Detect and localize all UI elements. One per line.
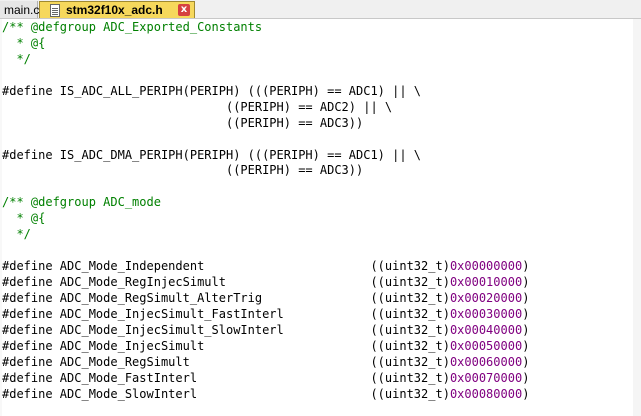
code-line: #define IS_ADC_DMA_PERIPH(PERIPH) (((PER…: [2, 148, 632, 164]
tab-stm32f10x-adc-h[interactable]: stm32f10x_adc.h x: [39, 1, 195, 18]
code-line: ((PERIPH) == ADC3)): [2, 116, 632, 132]
comment-text: /** @defgroup ADC_mode: [2, 195, 161, 210]
code-text: #define ADC_Mode_RegSimult ((uint32_t): [2, 354, 450, 369]
code-text: ): [522, 338, 530, 353]
code-text: ): [522, 386, 530, 401]
vertical-scrollbar[interactable]: [633, 19, 641, 416]
code-text: #define ADC_Mode_InjecSimult_FastInterl …: [2, 306, 450, 321]
hex-literal: 0x00020000: [449, 290, 523, 305]
comment-text: * @{: [2, 211, 46, 226]
code-text: ((PERIPH) == ADC2) || \: [2, 99, 393, 114]
file-icon: [50, 3, 60, 17]
hex-literal: 0x00010000: [449, 275, 523, 289]
code-text: #define IS_ADC_ALL_PERIPH(PERIPH) (((PER…: [2, 83, 422, 98]
code-text: #define ADC_Mode_InjecSimult_SlowInterl …: [2, 322, 450, 337]
code-line: #define IS_ADC_ALL_PERIPH(PERIPH) (((PER…: [2, 84, 632, 100]
code-text: ): [522, 275, 530, 289]
code-text: ((PERIPH) == ADC3)): [2, 163, 364, 178]
code-line: * @{: [2, 211, 632, 227]
code-text: #define ADC_Mode_SlowInterl ((uint32_t): [2, 386, 450, 401]
code-text: #define ADC_Mode_Independent ((uint32_t): [2, 259, 450, 274]
code-line: ((PERIPH) == ADC2) || \: [2, 100, 632, 116]
code-line: */: [2, 227, 632, 243]
tab-label: main.c: [4, 2, 40, 17]
comment-text: */: [2, 51, 31, 66]
code-line: #define ADC_Mode_RegSimult ((uint32_t)0x…: [2, 355, 632, 371]
code-text: #define IS_ADC_DMA_PERIPH(PERIPH) (((PER…: [2, 147, 422, 162]
code-text: ): [522, 259, 530, 274]
code-text: ): [522, 354, 530, 369]
tab-label: stm32f10x_adc.h: [66, 3, 163, 17]
code-line: */: [2, 52, 632, 68]
code-text: #define ADC_Mode_FastInterl ((uint32_t): [2, 370, 450, 385]
code-line: #define ADC_Mode_InjecSimult_FastInterl …: [2, 307, 632, 323]
code-line: #define ADC_Mode_InjecSimult_SlowInterl …: [2, 323, 632, 339]
code-text: #define ADC_Mode_InjecSimult ((uint32_t): [2, 338, 450, 353]
code-text: ): [522, 322, 530, 337]
code-text: ): [522, 290, 530, 305]
code-line: * @{: [2, 36, 632, 52]
code-text: ): [522, 370, 530, 385]
code-line: #define ADC_Mode_RegSimult_AlterTrig ((u…: [2, 291, 632, 307]
hex-literal: 0x00030000: [449, 306, 523, 321]
hex-literal: 0x00080000: [449, 386, 523, 401]
code-editor[interactable]: /** @defgroup ADC_Exported_Constants * @…: [2, 20, 632, 416]
code-line: #define ADC_Mode_SlowInterl ((uint32_t)0…: [2, 387, 632, 403]
code-line: /** @defgroup ADC_mode: [2, 195, 632, 211]
code-line: /** @defgroup ADC_Exported_Constants: [2, 20, 632, 36]
hex-literal: 0x00040000: [449, 322, 523, 337]
tab-main-c[interactable]: main.c: [0, 1, 40, 18]
code-text: ((PERIPH) == ADC3)): [2, 115, 364, 130]
code-line: #define ADC_Mode_Independent ((uint32_t)…: [2, 259, 632, 275]
hex-literal: 0x00060000: [449, 354, 523, 369]
code-text: #define ADC_Mode_RegSimult_AlterTrig ((u…: [2, 290, 450, 305]
code-line: ((PERIPH) == ADC3)): [2, 163, 632, 179]
comment-text: /** @defgroup ADC_Exported_Constants: [2, 20, 263, 34]
comment-text: */: [2, 227, 31, 242]
editor-tab-bar: main.c stm32f10x_adc.h x: [0, 0, 641, 19]
close-icon[interactable]: x: [178, 4, 190, 16]
comment-text: * @{: [2, 35, 46, 50]
code-text: ): [522, 306, 530, 321]
code-line: #define ADC_Mode_RegInjecSimult ((uint32…: [2, 275, 632, 291]
hex-literal: 0x00070000: [449, 370, 523, 385]
code-text: #define ADC_Mode_RegInjecSimult ((uint32…: [2, 275, 450, 289]
hex-literal: 0x00050000: [449, 338, 523, 353]
code-line: #define ADC_Mode_InjecSimult ((uint32_t)…: [2, 339, 632, 355]
code-line: #define ADC_Mode_FastInterl ((uint32_t)0…: [2, 371, 632, 387]
hex-literal: 0x00000000: [449, 259, 523, 274]
